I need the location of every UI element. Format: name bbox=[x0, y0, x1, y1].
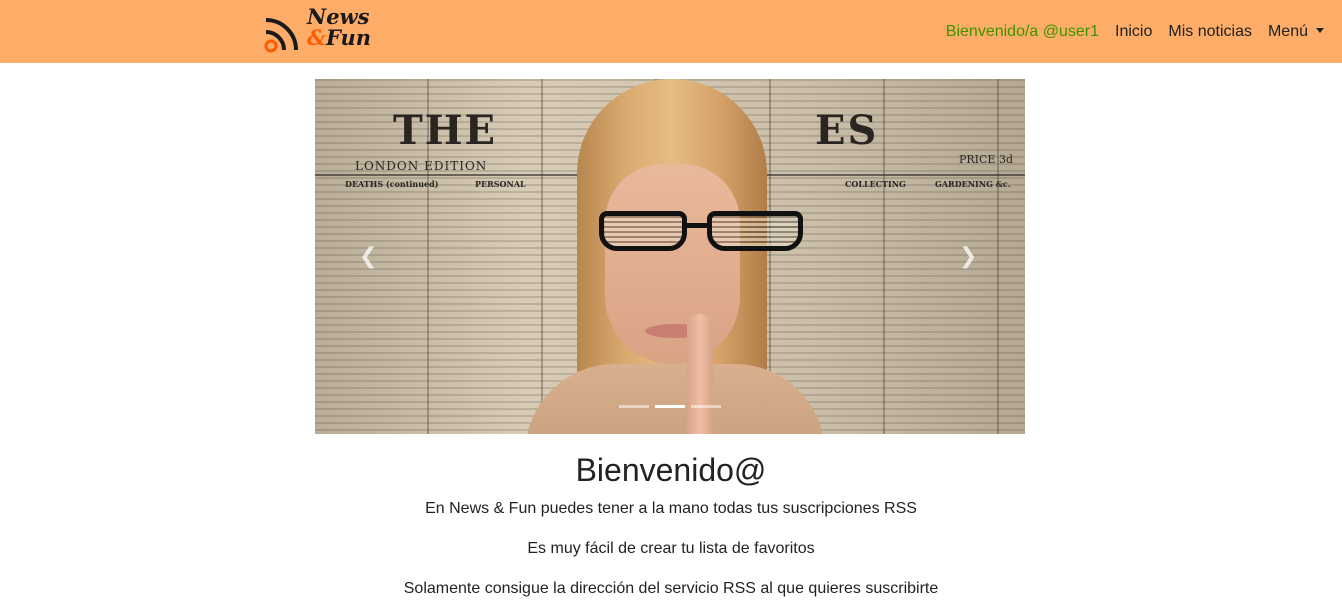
navbar: News &Fun Bienvenido/a @user1 Inicio Mis… bbox=[0, 0, 1342, 63]
nav-mis-noticias[interactable]: Mis noticias bbox=[1168, 23, 1252, 41]
glasses-icon bbox=[599, 207, 807, 257]
column-heading: COLLECTING bbox=[845, 179, 906, 189]
carousel-indicators bbox=[619, 405, 721, 408]
column-heading: GARDENING &c. bbox=[935, 179, 1011, 189]
nav-inicio[interactable]: Inicio bbox=[1115, 23, 1152, 41]
shush-finger bbox=[687, 314, 713, 434]
nav-menu-label: Menú bbox=[1267, 23, 1308, 40]
carousel-prev-button[interactable]: ❮ bbox=[359, 243, 378, 268]
image-carousel[interactable]: THE ES LONDON EDITION PRICE 3d DEATHS (c… bbox=[315, 79, 1025, 434]
caret-down-icon bbox=[1316, 28, 1324, 33]
newspaper-masthead-left: THE bbox=[393, 107, 498, 154]
woman-shoulders bbox=[525, 364, 825, 434]
intro-paragraph: En News & Fun puedes tener a la mano tod… bbox=[425, 500, 917, 517]
nav-links: Bienvenido/a @user1 Inicio Mis noticias … bbox=[946, 20, 1324, 44]
chevron-left-icon: ❮ bbox=[359, 243, 378, 268]
column-heading: DEATHS (continued) bbox=[345, 179, 439, 189]
column-heading: PERSONAL bbox=[475, 179, 526, 189]
glasses-lens-right bbox=[707, 211, 803, 251]
chevron-right-icon: ❯ bbox=[959, 243, 978, 268]
glasses-bridge bbox=[685, 223, 709, 228]
welcome-user-text: Bienvenido/a @user1 bbox=[945, 23, 1100, 40]
carousel-indicator[interactable] bbox=[619, 405, 649, 408]
newspaper-masthead-right: ES bbox=[815, 107, 879, 154]
intro-paragraph: Es muy fácil de crear tu lista de favori… bbox=[527, 540, 815, 557]
carousel-next-button[interactable]: ❯ bbox=[959, 243, 978, 268]
newspaper-edition: LONDON EDITION bbox=[355, 159, 488, 173]
carousel-indicator-active[interactable] bbox=[655, 405, 685, 408]
glasses-lens-left bbox=[599, 211, 687, 251]
newspaper-price: PRICE 3d bbox=[958, 153, 1013, 166]
brand-ampersand: & bbox=[307, 25, 326, 50]
carousel-indicator[interactable] bbox=[691, 405, 721, 408]
rss-icon bbox=[264, 18, 298, 53]
page-heading: Bienvenido@ bbox=[575, 452, 767, 488]
nav-menu-dropdown[interactable]: Menú bbox=[1268, 23, 1324, 41]
intro-paragraph: Solamente consigue la dirección del serv… bbox=[403, 580, 939, 597]
brand-name: News &Fun bbox=[307, 6, 371, 48]
brand-line-1: News bbox=[307, 4, 370, 29]
brand-logo-link[interactable]: News &Fun bbox=[263, 6, 375, 53]
brand-line-2: Fun bbox=[325, 25, 372, 50]
